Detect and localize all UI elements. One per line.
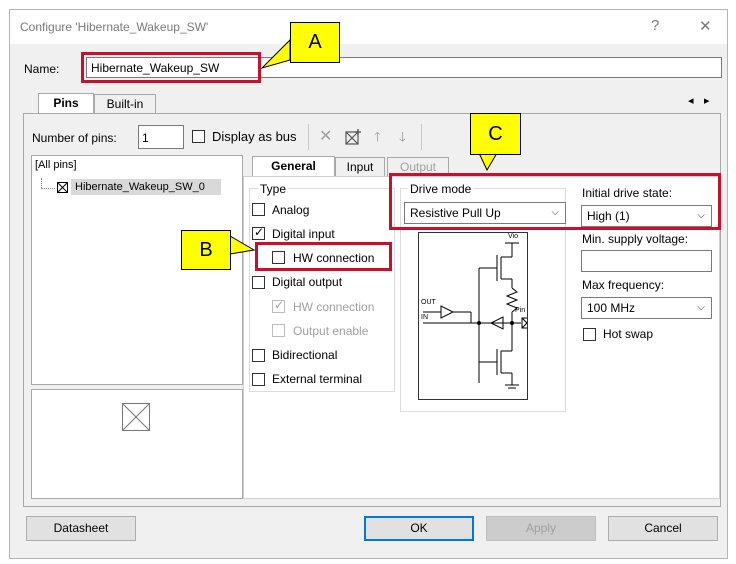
callout-b: B — [181, 230, 231, 270]
callout-pointers — [229, 38, 498, 255]
callout-c: C — [470, 113, 521, 155]
callout-a: A — [290, 22, 340, 63]
